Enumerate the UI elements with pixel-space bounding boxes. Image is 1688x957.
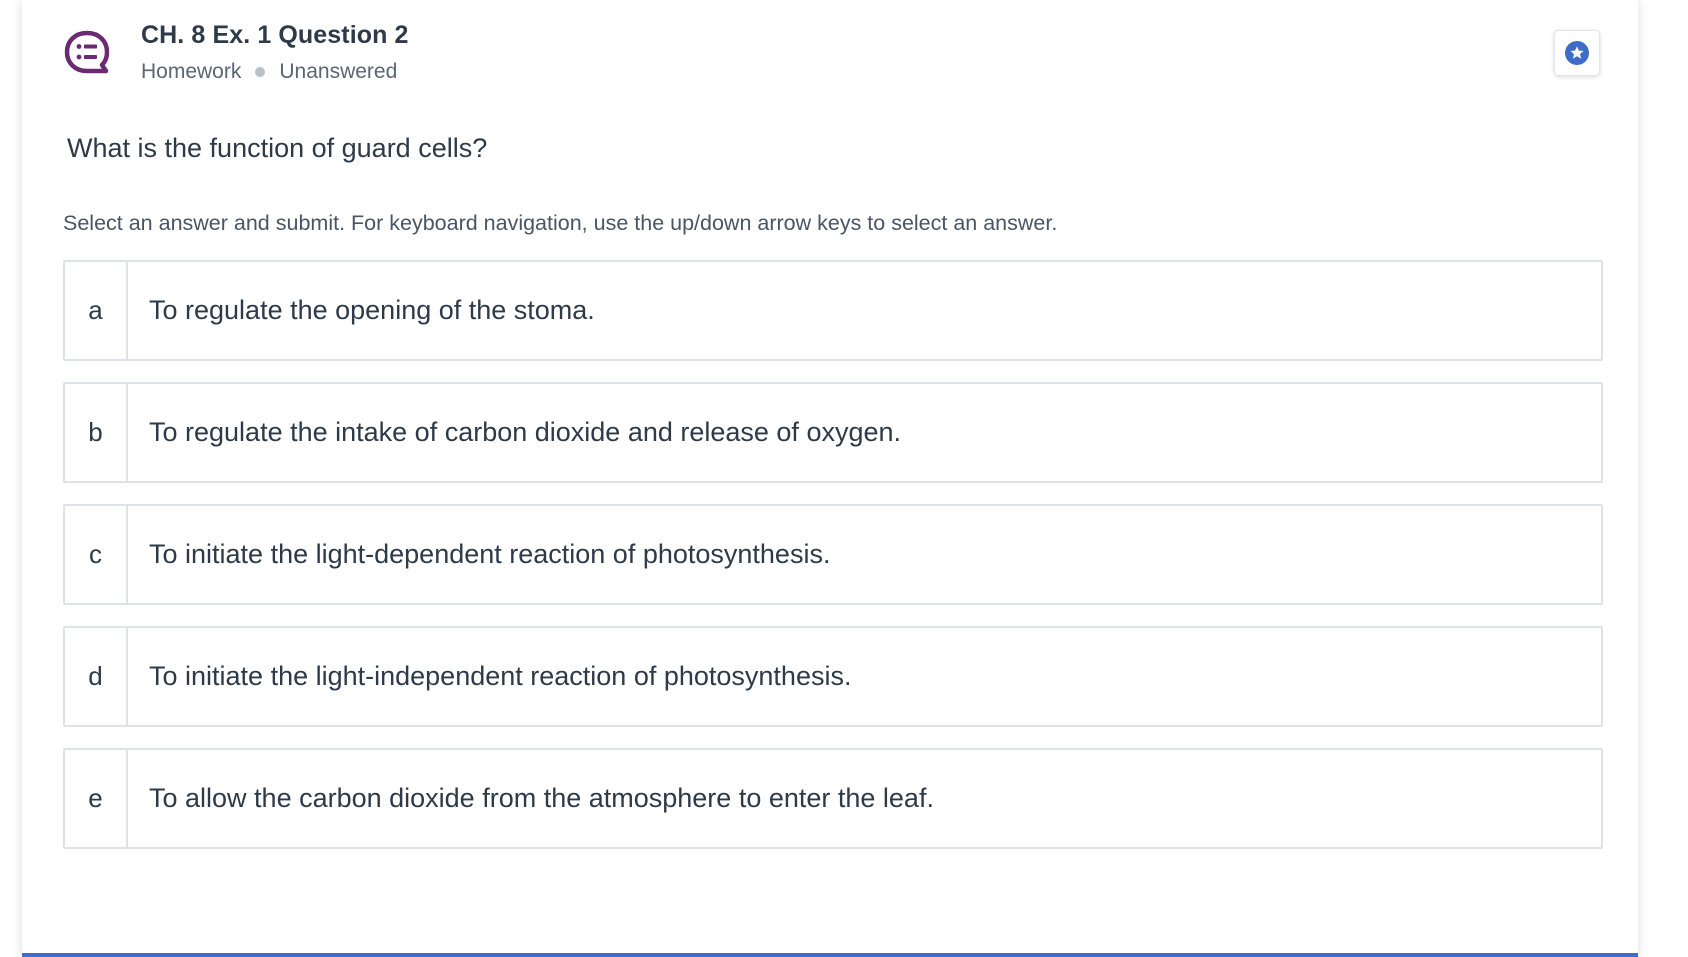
answer-instructions: Select an answer and submit. For keyboar… [63,211,1058,235]
answer-option-b[interactable]: b To regulate the intake of carbon dioxi… [63,382,1603,483]
option-text: To allow the carbon dioxide from the atm… [149,783,934,813]
option-text: To initiate the light-independent reacti… [149,661,852,691]
answer-option-d[interactable]: d To initiate the light-independent reac… [63,626,1603,727]
answer-option-a[interactable]: a To regulate the opening of the stoma. [63,260,1603,361]
option-letter: b [65,384,128,481]
option-text: To regulate the intake of carbon dioxide… [149,417,902,447]
answer-option-e[interactable]: e To allow the carbon dioxide from the a… [63,748,1603,849]
question-header: CH. 8 Ex. 1 Question 2 Homework Unanswer… [141,18,409,86]
question-prompt: What is the function of guard cells? [67,133,488,163]
option-letter: c [65,506,128,603]
option-text: To initiate the light-dependent reaction… [149,539,831,569]
question-card: CH. 8 Ex. 1 Question 2 Homework Unanswer… [22,0,1638,957]
option-letter: e [65,750,128,847]
card-bottom-bar [22,953,1638,957]
question-category: Homework [141,60,242,83]
option-letter: a [65,262,128,359]
bookmark-button[interactable] [1554,30,1600,76]
question-status: Unanswered [279,60,398,83]
question-title: CH. 8 Ex. 1 Question 2 [141,21,409,49]
option-letter: d [65,628,128,725]
star-badge-icon [1565,41,1589,65]
question-meta: Homework Unanswered [141,58,409,86]
answer-options: a To regulate the opening of the stoma. … [63,260,1603,870]
option-text: To regulate the opening of the stoma. [149,295,595,325]
answer-option-c[interactable]: c To initiate the light-dependent reacti… [63,504,1603,605]
question-list-icon [62,28,112,78]
separator-dot [255,67,266,77]
